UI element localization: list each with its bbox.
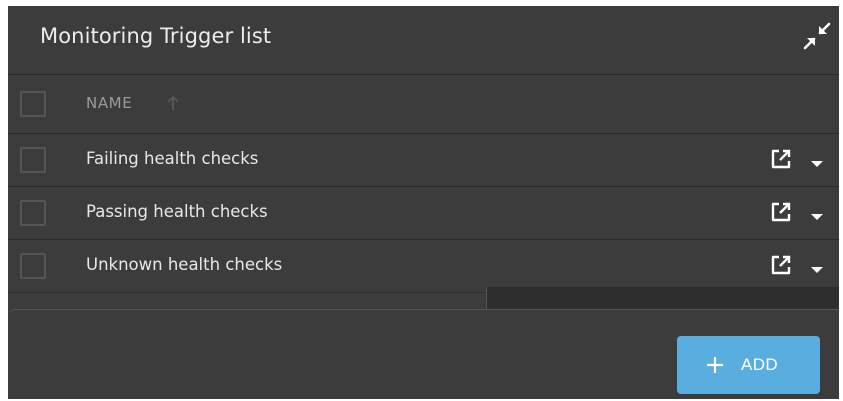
row-checkbox[interactable] [20, 253, 46, 279]
select-all-checkbox[interactable] [20, 91, 46, 117]
panel-header: Monitoring Trigger list [8, 6, 839, 75]
scroll-shadow-strip [486, 287, 839, 309]
row-name[interactable]: Unknown health checks [86, 255, 282, 274]
caret-down-icon[interactable] [810, 260, 824, 273]
caret-down-icon[interactable] [810, 154, 824, 167]
add-button[interactable]: ADD [677, 336, 820, 394]
row-name[interactable]: Passing health checks [86, 202, 268, 221]
sort-ascending-icon[interactable] [166, 95, 180, 111]
plus-icon [706, 356, 724, 374]
row-name[interactable]: Failing health checks [86, 149, 258, 168]
trigger-list-panel: Monitoring Trigger list NAME Failing hea… [8, 6, 839, 399]
name-column-header[interactable]: NAME [86, 94, 132, 112]
panel-title: Monitoring Trigger list [40, 24, 272, 48]
open-external-icon[interactable] [770, 148, 792, 170]
table-row[interactable]: Passing health checks [8, 187, 839, 240]
open-external-icon[interactable] [770, 201, 792, 223]
table-row[interactable]: Failing health checks [8, 134, 839, 187]
open-external-icon[interactable] [770, 254, 792, 276]
add-button-label: ADD [741, 355, 779, 374]
table-row[interactable]: Unknown health checks [8, 240, 839, 293]
row-checkbox[interactable] [20, 200, 46, 226]
caret-down-icon[interactable] [810, 207, 824, 220]
row-checkbox[interactable] [20, 147, 46, 173]
collapse-icon[interactable] [803, 22, 831, 50]
table-header-row: NAME [8, 75, 839, 134]
